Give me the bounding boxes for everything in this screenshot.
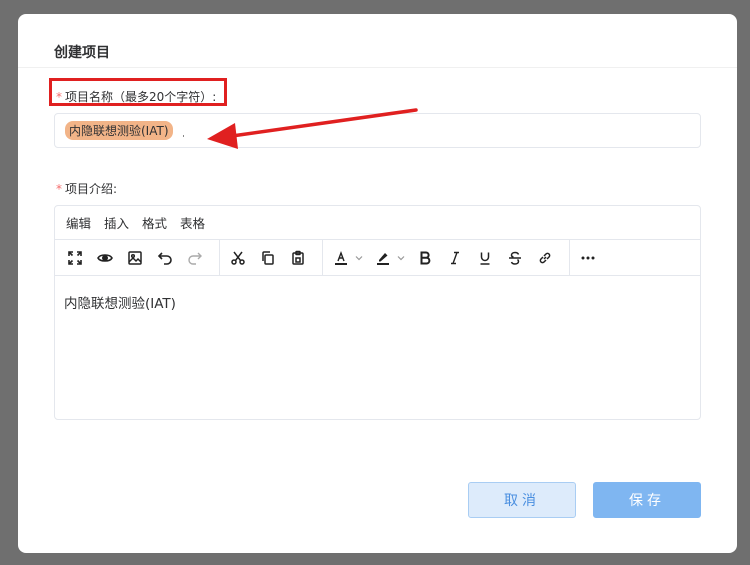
strikethrough-icon[interactable] (503, 246, 527, 270)
text-color-icon[interactable] (329, 246, 353, 270)
toolbar-group-format (329, 240, 570, 275)
toolbar-group-clipboard (226, 240, 323, 275)
fullscreen-icon[interactable] (63, 246, 87, 270)
menu-format[interactable]: 格式 (142, 213, 167, 232)
toolbar-group-view (63, 240, 220, 275)
project-intro-label: * 项目介绍: (56, 180, 117, 197)
menu-table[interactable]: 表格 (180, 213, 205, 232)
highlight-color-icon[interactable] (371, 246, 395, 270)
bold-icon[interactable] (413, 246, 437, 270)
text-color-split (329, 246, 365, 270)
underline-icon[interactable] (473, 246, 497, 270)
project-name-value: 内隐联想测验(IAT) (65, 121, 173, 140)
project-intro-label-text: 项目介绍: (65, 182, 118, 196)
rich-text-editor: 编辑 插入 格式 表格 内隐联想测验(IAT) (54, 205, 701, 420)
create-project-dialog: 创建项目 * 项目名称（最多20个字符）: 内隐联想测验(IAT) * 项目介绍: … (18, 14, 737, 553)
chevron-down-icon[interactable] (395, 246, 407, 270)
cut-icon[interactable] (226, 246, 250, 270)
preview-eye-icon[interactable] (93, 246, 117, 270)
title-divider (18, 67, 737, 68)
editor-toolbar (55, 240, 700, 276)
copy-icon[interactable] (256, 246, 280, 270)
toolbar-group-more (576, 240, 612, 275)
paste-icon[interactable] (286, 246, 310, 270)
chevron-down-icon[interactable] (353, 246, 365, 270)
editor-content-text: 内隐联想测验(IAT) (64, 296, 176, 312)
menu-insert[interactable]: 插入 (104, 213, 129, 232)
undo-icon[interactable] (153, 246, 177, 270)
redo-icon[interactable] (183, 246, 207, 270)
annotation-highlight-box (49, 78, 227, 106)
image-icon[interactable] (123, 246, 147, 270)
required-mark: * (56, 182, 62, 196)
text-cursor (182, 134, 184, 137)
project-name-input[interactable]: 内隐联想测验(IAT) (54, 113, 701, 148)
more-icon[interactable] (576, 246, 600, 270)
highlight-color-split (371, 246, 407, 270)
cancel-button[interactable]: 取消 (468, 482, 576, 518)
link-icon[interactable] (533, 246, 557, 270)
editor-menubar: 编辑 插入 格式 表格 (55, 206, 700, 240)
save-button[interactable]: 保存 (593, 482, 701, 518)
editor-content-area[interactable]: 内隐联想测验(IAT) (55, 276, 700, 328)
dialog-title: 创建项目 (54, 45, 110, 61)
italic-icon[interactable] (443, 246, 467, 270)
menu-edit[interactable]: 编辑 (66, 213, 91, 232)
